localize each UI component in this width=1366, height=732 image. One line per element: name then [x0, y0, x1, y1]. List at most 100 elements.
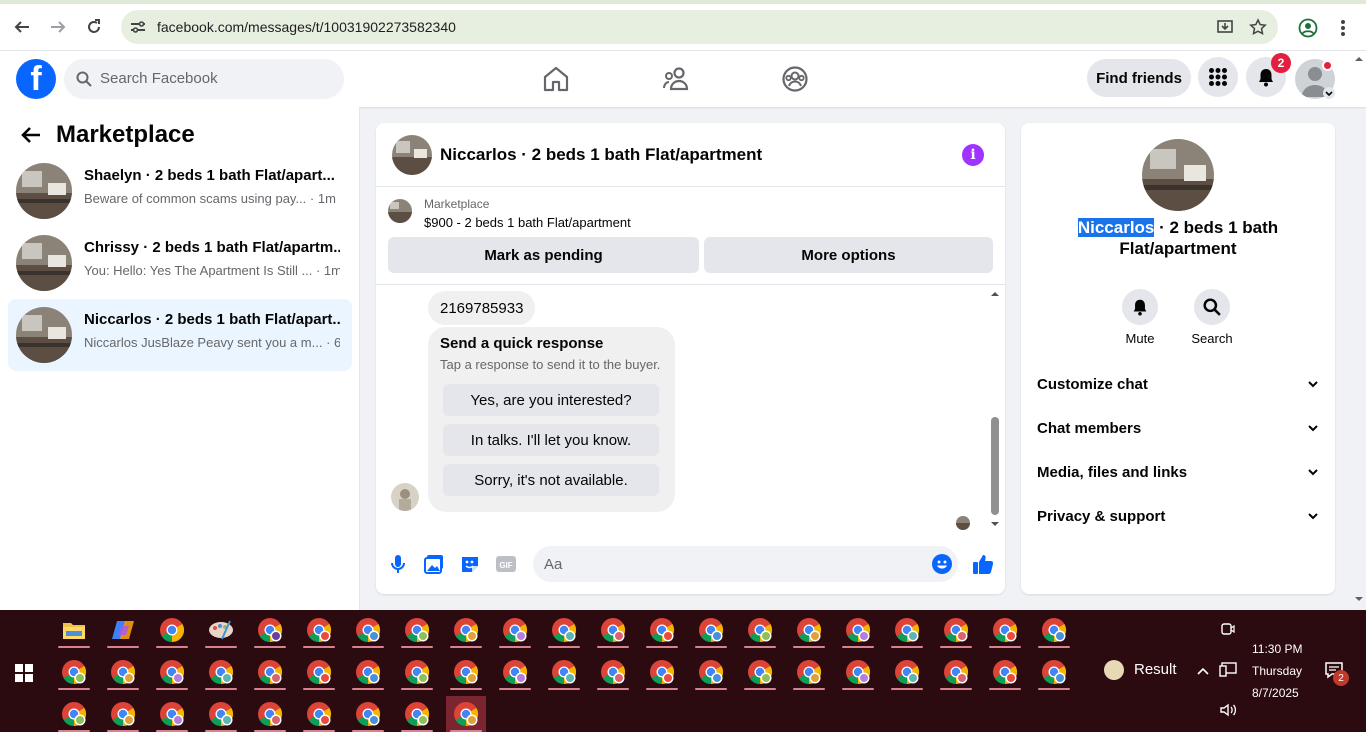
quick-response-option[interactable]: In talks. I'll let you know. — [443, 424, 659, 456]
microphone-icon[interactable] — [387, 553, 409, 575]
customize-chat-row[interactable]: Customize chat — [1037, 363, 1319, 407]
chevron-up-icon[interactable] — [1197, 666, 1209, 676]
home-icon[interactable] — [541, 64, 571, 94]
chrome-profile-icon[interactable] — [348, 654, 388, 690]
bookmark-star-icon[interactable] — [1249, 18, 1267, 36]
chrome-profile-icon[interactable] — [348, 696, 388, 732]
back-icon[interactable] — [9, 14, 35, 40]
chrome-profile-icon[interactable] — [201, 696, 241, 732]
chrome-profile-icon[interactable] — [936, 612, 976, 648]
chrome-profile-icon[interactable] — [103, 654, 143, 690]
chat-avatar[interactable] — [392, 135, 432, 175]
clock-time[interactable]: 11:30 PM — [1252, 642, 1302, 656]
friends-icon[interactable] — [661, 64, 691, 94]
photo-icon[interactable] — [423, 553, 445, 575]
chrome-profile-icon[interactable] — [397, 612, 437, 648]
more-options-button[interactable]: More options — [704, 237, 993, 273]
meet-now-icon[interactable] — [1221, 622, 1235, 636]
chrome-profile-icon[interactable] — [985, 612, 1025, 648]
chrome-profile-icon[interactable] — [446, 612, 486, 648]
chrome-profile-icon[interactable] — [54, 696, 94, 732]
chrome-profile-icon[interactable] — [299, 612, 339, 648]
chrome-profile-icon[interactable] — [593, 612, 633, 648]
chrome-profile-icon[interactable] — [397, 654, 437, 690]
forward-icon[interactable] — [45, 14, 71, 40]
chrome-profile-icon[interactable] — [250, 654, 290, 690]
sender-avatar[interactable] — [391, 483, 419, 511]
chevron-down-icon[interactable] — [1323, 87, 1335, 99]
mute-button[interactable]: Mute — [1110, 289, 1170, 346]
windows-start-icon[interactable] — [15, 664, 33, 682]
chrome-profile-icon[interactable] — [250, 612, 290, 648]
install-app-icon[interactable] — [1216, 18, 1234, 36]
quick-response-option[interactable]: Yes, are you interested? — [443, 384, 659, 416]
chrome-profile-icon[interactable] — [691, 612, 731, 648]
menu-kebab-icon[interactable] — [1337, 18, 1349, 38]
chrome-profile-icon[interactable] — [985, 654, 1025, 690]
chat-members-row[interactable]: Chat members — [1037, 407, 1319, 451]
chrome-profile-icon[interactable] — [299, 654, 339, 690]
groups-icon[interactable] — [780, 64, 810, 94]
chrome-profile-icon[interactable] — [593, 654, 633, 690]
chrome-profile-icon[interactable] — [152, 654, 192, 690]
chrome-profile-icon[interactable] — [1034, 612, 1074, 648]
chrome-profile-icon[interactable] — [887, 654, 927, 690]
menu-grid-button[interactable] — [1198, 57, 1238, 97]
chrome-profile-icon[interactable] — [54, 654, 94, 690]
facebook-logo-icon[interactable]: f — [16, 59, 56, 99]
chrome-profile-icon[interactable] — [348, 612, 388, 648]
chrome-profile-icon[interactable] — [642, 654, 682, 690]
chrome-profile-icon[interactable] — [201, 654, 241, 690]
conversation-item[interactable]: Shaelyn · 2 beds 1 bath Flat/apart... Be… — [8, 155, 352, 227]
chrome-profile-icon[interactable] — [544, 654, 584, 690]
chrome-profile-icon[interactable] — [642, 612, 682, 648]
result-label[interactable]: Result — [1134, 661, 1177, 678]
clock-day[interactable]: Thursday — [1252, 664, 1302, 678]
chrome-icon[interactable] — [152, 612, 192, 648]
message-input[interactable]: Aa — [533, 546, 958, 582]
chrome-profile-icon[interactable] — [740, 654, 780, 690]
chrome-profile-icon[interactable] — [446, 654, 486, 690]
chrome-profile-icon[interactable] — [838, 612, 878, 648]
network-icon[interactable] — [1219, 662, 1237, 678]
find-friends-button[interactable]: Find friends — [1087, 59, 1191, 97]
chrome-profile-icon[interactable] — [691, 654, 731, 690]
sticker-icon[interactable] — [459, 553, 481, 575]
result-icon[interactable] — [1104, 660, 1124, 680]
chrome-profile-icon[interactable] — [299, 696, 339, 732]
media-files-links-row[interactable]: Media, files and links — [1037, 451, 1319, 495]
chrome-profile-icon[interactable] — [936, 654, 976, 690]
chrome-profile-icon[interactable] — [789, 612, 829, 648]
chrome-profile-icon[interactable] — [250, 696, 290, 732]
thumbs-up-icon[interactable] — [972, 553, 994, 575]
chrome-profile-icon[interactable] — [495, 612, 535, 648]
volume-icon[interactable] — [1219, 702, 1237, 718]
page-scrollbar[interactable] — [1352, 51, 1366, 610]
scrollbar-thumb[interactable] — [991, 417, 999, 515]
chrome-profile-icon[interactable] — [887, 612, 927, 648]
chrome-profile-icon[interactable] — [544, 612, 584, 648]
url-text[interactable]: facebook.com/messages/t/1003190227358234… — [157, 19, 456, 35]
profile-icon[interactable] — [1298, 18, 1318, 38]
chrome-profile-icon[interactable] — [789, 654, 829, 690]
chat-details-avatar[interactable] — [1142, 139, 1214, 211]
chrome-profile-icon[interactable] — [103, 696, 143, 732]
quick-response-option[interactable]: Sorry, it's not available. — [443, 464, 659, 496]
chrome-profile-icon[interactable] — [397, 696, 437, 732]
chrome-profile-icon[interactable] — [152, 696, 192, 732]
chrome-profile-icon[interactable] — [495, 654, 535, 690]
conversation-item[interactable]: Chrissy · 2 beds 1 bath Flat/apartm... Y… — [8, 227, 352, 299]
listing-price[interactable]: $900 - 2 beds 1 bath Flat/apartment — [424, 215, 631, 230]
chrome-profile-icon[interactable] — [838, 654, 878, 690]
site-info-icon[interactable] — [129, 18, 147, 36]
chat-title[interactable]: Niccarlos · 2 beds 1 bath Flat/apartment — [440, 145, 762, 165]
clock-date[interactable]: 8/7/2025 — [1252, 686, 1299, 700]
chrome-profile-icon[interactable] — [740, 612, 780, 648]
chrome-profile-icon[interactable] — [446, 696, 486, 732]
file-explorer-icon[interactable] — [54, 612, 94, 648]
copilot-icon[interactable] — [103, 612, 143, 648]
emoji-icon[interactable] — [932, 554, 952, 574]
search-input[interactable]: Search Facebook — [64, 59, 344, 99]
mark-as-pending-button[interactable]: Mark as pending — [388, 237, 699, 273]
gif-icon[interactable]: GIF — [495, 553, 517, 575]
